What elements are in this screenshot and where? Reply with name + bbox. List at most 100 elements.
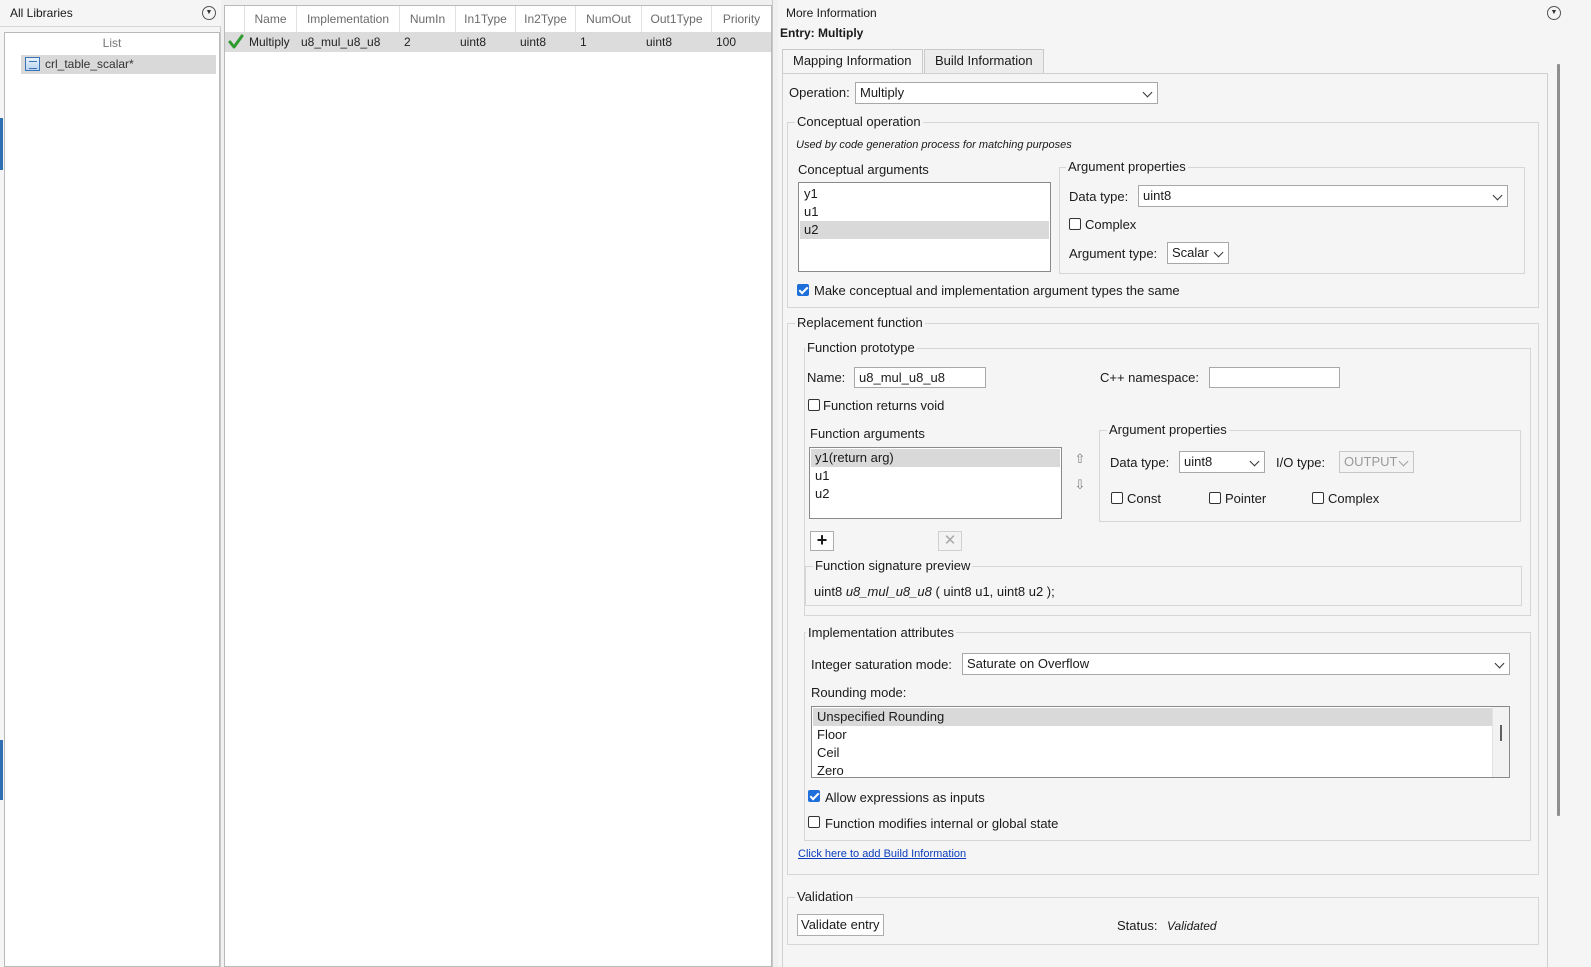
entry-title: Entry: Multiply <box>780 26 864 40</box>
column-header-priority[interactable]: Priority <box>712 6 771 32</box>
signature-function-name: u8_mul_u8_u8 <box>845 584 932 599</box>
cell-implementation: u8_mul_u8_u8 <box>301 35 381 49</box>
argument-type-dropdown[interactable]: Scalar <box>1167 242 1229 264</box>
cell-in2type: uint8 <box>520 35 547 49</box>
returns-void-checkbox[interactable] <box>808 399 820 411</box>
operation-dropdown[interactable]: Multiply <box>855 82 1158 104</box>
scrollbar-thumb[interactable] <box>1500 725 1502 741</box>
conceptual-operation-legend: Conceptual operation <box>795 114 923 129</box>
column-header-numout[interactable]: NumOut <box>576 6 642 32</box>
function-datatype-value: uint8 <box>1184 454 1213 469</box>
list-item-selected[interactable]: y1(return arg) <box>811 449 1060 467</box>
window-edge-marker <box>0 118 3 170</box>
signature-arguments: ( uint8 u1, uint8 u2 ); <box>935 584 1055 599</box>
conceptual-arguments-label: Conceptual arguments <box>798 162 929 177</box>
signature-return-type: uint8 <box>814 584 843 599</box>
io-type-label: I/O type: <box>1276 455 1326 470</box>
rounding-mode-label: Rounding mode: <box>811 685 907 700</box>
saturation-mode-dropdown[interactable]: Saturate on Overflow <box>962 653 1510 675</box>
conceptual-hint: Used by code generation process for matc… <box>796 139 1072 151</box>
add-argument-icon[interactable]: + <box>810 531 834 551</box>
library-list[interactable]: List crl_table_scalar* <box>4 32 220 967</box>
function-complex-label: Complex <box>1328 491 1380 506</box>
rounding-mode-list[interactable]: Unspecified Rounding Floor Ceil Zero <box>811 706 1510 778</box>
column-header-in2type[interactable]: In2Type <box>516 6 576 32</box>
function-datatype-label: Data type: <box>1110 455 1170 470</box>
chevron-down-icon <box>1213 247 1224 258</box>
function-argument-properties-group <box>1099 430 1521 522</box>
cell-out1type: uint8 <box>646 35 673 49</box>
column-header-implementation[interactable]: Implementation <box>297 6 400 32</box>
chevron-down-icon <box>1249 456 1260 467</box>
datatype-label: Data type: <box>1069 189 1129 204</box>
function-complex-checkbox[interactable] <box>1312 492 1324 504</box>
operation-label: Operation: <box>789 85 850 100</box>
column-header-numin[interactable]: NumIn <box>400 6 456 32</box>
validation-group <box>787 897 1539 945</box>
conceptual-datatype-dropdown[interactable]: uint8 <box>1138 185 1508 207</box>
cell-in1type: uint8 <box>460 35 487 49</box>
function-arguments-list[interactable]: y1(return arg) u1 u2 <box>809 447 1062 519</box>
list-item[interactable]: Floor <box>813 726 1492 744</box>
allow-expressions-checkbox[interactable] <box>808 790 820 802</box>
returns-void-label: Function returns void <box>823 398 945 413</box>
function-datatype-dropdown[interactable]: uint8 <box>1179 451 1265 473</box>
window-edge-marker <box>0 740 3 800</box>
move-up-icon[interactable]: ⇧ <box>1071 450 1089 468</box>
column-header-in1type[interactable]: In1Type <box>456 6 516 32</box>
function-name-input[interactable]: u8_mul_u8_u8 <box>854 367 986 388</box>
pointer-label: Pointer <box>1225 491 1267 506</box>
io-type-dropdown[interactable]: OUTPUT <box>1339 451 1414 473</box>
pointer-checkbox[interactable] <box>1209 492 1221 504</box>
library-title: All Libraries <box>10 6 73 20</box>
column-header-out1type[interactable]: Out1Type <box>642 6 712 32</box>
function-arguments-label: Function arguments <box>810 426 925 441</box>
complex-checkbox[interactable] <box>1069 218 1081 230</box>
chevron-down-icon <box>1398 456 1409 467</box>
remove-argument-icon[interactable]: ✕ <box>938 531 962 551</box>
list-item[interactable]: y1 <box>800 185 1049 203</box>
allow-expressions-label: Allow expressions as inputs <box>825 790 985 805</box>
replacement-function-legend: Replacement function <box>795 315 925 330</box>
list-item[interactable]: u2 <box>811 485 1060 503</box>
list-item[interactable]: Ceil <box>813 744 1492 762</box>
check-icon <box>228 34 244 49</box>
move-down-icon[interactable]: ⇩ <box>1071 476 1089 494</box>
modifies-state-checkbox[interactable] <box>808 816 820 828</box>
status-value: Validated <box>1167 919 1217 933</box>
column-header-status <box>225 6 245 32</box>
cell-numin: 2 <box>404 35 411 49</box>
scrollbar[interactable] <box>1557 64 1560 816</box>
validation-legend: Validation <box>795 889 856 904</box>
same-types-checkbox[interactable] <box>797 284 809 296</box>
panel-title: More Information <box>786 6 877 20</box>
status-label: Status: <box>1117 918 1158 933</box>
rounding-scrollbar[interactable] <box>1492 707 1509 777</box>
validate-entry-button[interactable]: Validate entry <box>797 914 884 936</box>
chevron-down-icon <box>1494 658 1505 669</box>
entries-table[interactable]: Name Implementation NumIn In1Type In2Typ… <box>224 5 772 967</box>
conceptual-arguments-list[interactable]: y1 u1 u2 <box>798 182 1051 272</box>
list-item-selected[interactable]: u2 <box>800 221 1049 239</box>
const-checkbox[interactable] <box>1111 492 1123 504</box>
library-menu-icon[interactable]: ▼ <box>202 6 216 20</box>
panel-menu-icon[interactable]: ▼ <box>1547 6 1561 20</box>
table-file-icon <box>25 57 40 71</box>
cell-numout: 1 <box>580 35 587 49</box>
list-item[interactable]: Zero <box>813 762 1492 777</box>
more-information-pane: More Information ▼ Entry: Multiply Mappi… <box>778 0 1591 967</box>
library-item-label: crl_table_scalar* <box>45 57 134 71</box>
library-item[interactable]: crl_table_scalar* <box>21 55 216 74</box>
column-header-name[interactable]: Name <box>245 6 297 32</box>
list-item[interactable]: u1 <box>811 467 1060 485</box>
library-pane: All Libraries ▼ List crl_table_scalar* <box>0 0 221 967</box>
tab-mapping-information[interactable]: Mapping Information <box>782 49 923 74</box>
tab-build-information[interactable]: Build Information <box>924 49 1044 73</box>
list-item[interactable]: u1 <box>800 203 1049 221</box>
modifies-state-label: Function modifies internal or global sta… <box>825 816 1059 831</box>
list-item-selected[interactable]: Unspecified Rounding <box>813 708 1492 726</box>
cpp-namespace-input[interactable] <box>1209 367 1340 388</box>
table-row[interactable]: Multiply u8_mul_u8_u8 2 uint8 uint8 1 ui… <box>225 32 771 52</box>
saturation-mode-label: Integer saturation mode: <box>811 657 952 672</box>
add-build-information-link[interactable]: Click here to add Build Information <box>798 848 966 860</box>
